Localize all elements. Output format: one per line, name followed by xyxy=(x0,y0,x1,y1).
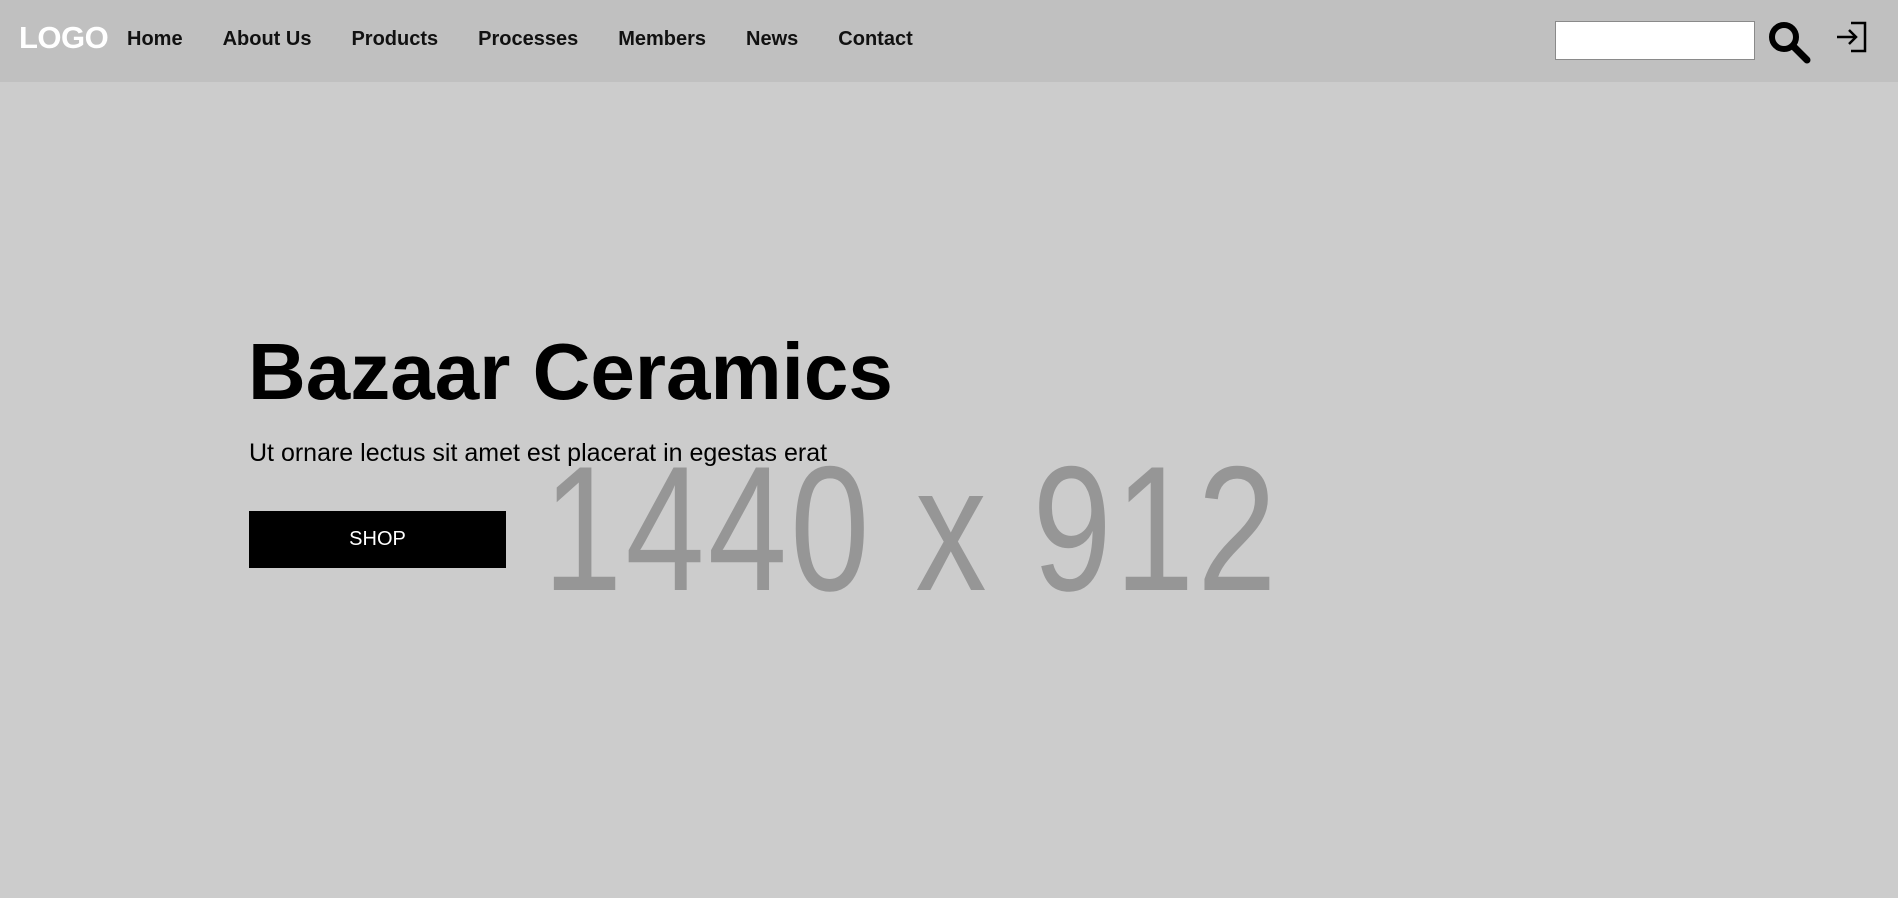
login-icon[interactable] xyxy=(1835,20,1869,54)
main-nav: Home About Us Products Processes Members… xyxy=(127,29,953,49)
search-input[interactable] xyxy=(1555,21,1755,60)
nav-item-members[interactable]: Members xyxy=(618,29,706,49)
logo[interactable]: LOGO xyxy=(19,22,109,53)
nav-item-news[interactable]: News xyxy=(746,29,798,49)
hero-banner: 1440 x 912 Bazaar Ceramics Ut ornare lec… xyxy=(0,0,1898,898)
shop-button[interactable]: SHOP xyxy=(249,511,506,568)
nav-item-contact[interactable]: Contact xyxy=(838,29,912,49)
nav-item-home[interactable]: Home xyxy=(127,29,183,49)
hero-title: Bazaar Ceramics xyxy=(248,327,893,416)
nav-item-about-us[interactable]: About Us xyxy=(223,29,312,49)
navbar: LOGO Home About Us Products Processes Me… xyxy=(0,0,1898,82)
hero-subtitle: Ut ornare lectus sit amet est placerat i… xyxy=(249,439,828,467)
page: 1440 x 912 Bazaar Ceramics Ut ornare lec… xyxy=(0,0,1900,898)
nav-item-products[interactable]: Products xyxy=(351,29,438,49)
search-icon[interactable] xyxy=(1767,20,1811,64)
nav-item-processes[interactable]: Processes xyxy=(478,29,578,49)
